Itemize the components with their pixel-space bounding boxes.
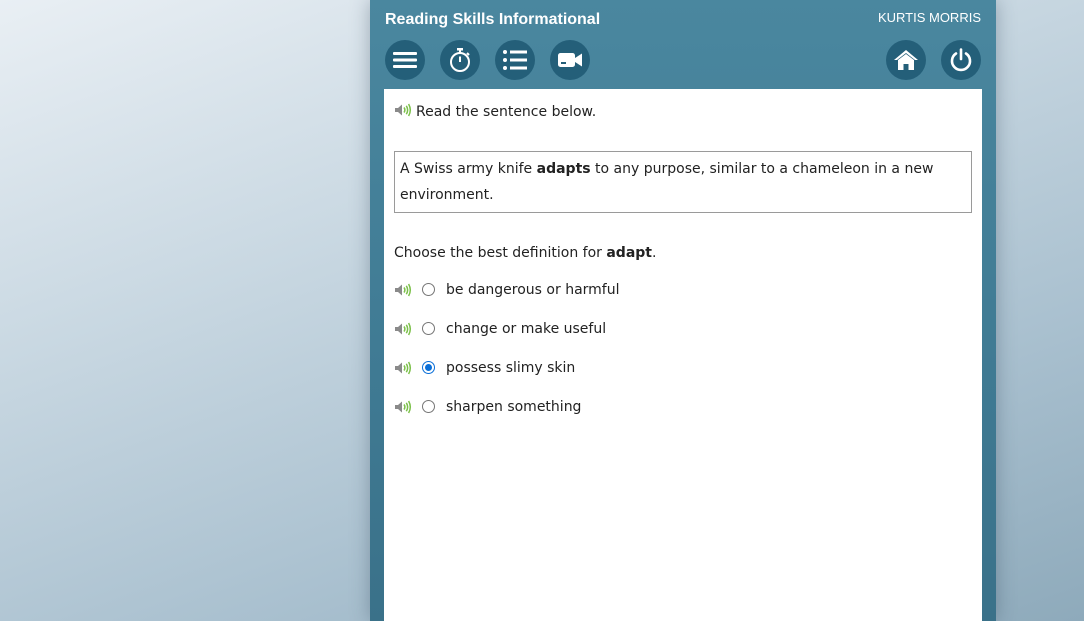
menu-icon [392, 50, 418, 70]
list-button[interactable] [495, 40, 535, 80]
question-content: Read the sentence below. A Swiss army kn… [384, 89, 982, 621]
passage-target-word: adapts [536, 161, 591, 177]
home-icon [893, 48, 919, 72]
option-label[interactable]: sharpen something [446, 398, 581, 416]
speaker-icon [394, 103, 412, 117]
instruction-text: Read the sentence below. [416, 104, 597, 120]
option-label[interactable]: be dangerous or harmful [446, 281, 619, 299]
passage-text-before: A Swiss army knife [400, 161, 537, 177]
option-audio-button[interactable] [394, 361, 412, 375]
answer-option: sharpen something [384, 395, 982, 419]
option-radio[interactable] [422, 322, 435, 335]
speaker-icon [394, 400, 412, 414]
video-camera-icon [557, 51, 583, 69]
option-audio-button[interactable] [394, 400, 412, 414]
question-text-after: . [652, 245, 657, 261]
question-target-word: adapt [606, 245, 652, 261]
option-radio[interactable] [422, 283, 435, 296]
option-audio-button[interactable] [394, 283, 412, 297]
power-button[interactable] [941, 40, 981, 80]
passage-box: A Swiss army knife adapts to any purpose… [394, 151, 972, 213]
menu-button[interactable] [385, 40, 425, 80]
user-name: KURTIS MORRIS [877, 10, 981, 25]
instruction-audio-button[interactable] [394, 103, 412, 117]
option-audio-button[interactable] [394, 322, 412, 336]
question-text-before: Choose the best definition for [394, 245, 607, 261]
speaker-icon [394, 322, 412, 336]
list-icon [502, 49, 528, 71]
speaker-icon [394, 283, 412, 297]
video-button[interactable] [550, 40, 590, 80]
answer-option: possess slimy skin [384, 356, 982, 380]
app-panel: Reading Skills Informational KURTIS MORR… [370, 0, 996, 621]
power-icon [948, 47, 974, 73]
speaker-icon [394, 361, 412, 375]
option-radio-selected[interactable] [422, 361, 435, 374]
option-label[interactable]: change or make useful [446, 320, 606, 338]
option-label[interactable]: possess slimy skin [446, 359, 575, 377]
stopwatch-icon [448, 47, 472, 73]
home-button[interactable] [886, 40, 926, 80]
answer-option: change or make useful [384, 317, 982, 341]
timer-button[interactable] [440, 40, 480, 80]
question-prompt: Choose the best definition for adapt. [394, 244, 656, 262]
answer-option: be dangerous or harmful [384, 278, 982, 302]
option-radio[interactable] [422, 400, 435, 413]
app-title: Reading Skills Informational [385, 11, 601, 28]
